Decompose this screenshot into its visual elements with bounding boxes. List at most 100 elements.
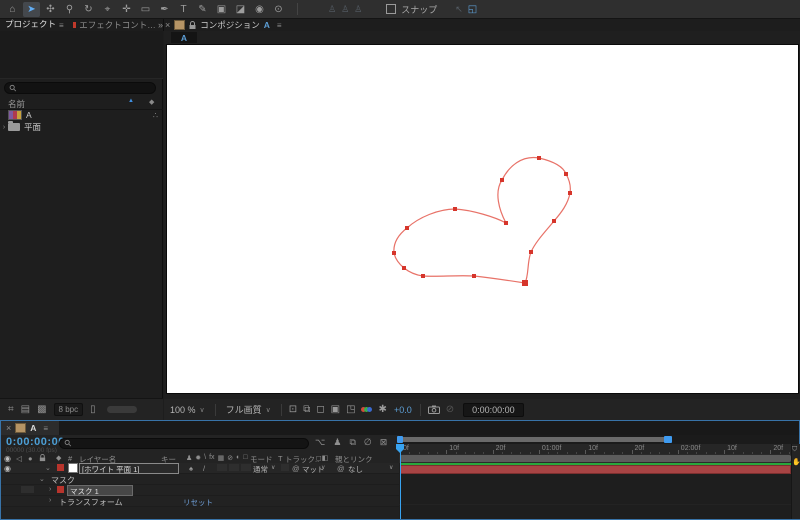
mask-vertex[interactable] [472,274,476,278]
selection-tool-icon[interactable]: ➤ [23,1,40,17]
type-tool-icon[interactable]: T [175,2,192,17]
interpret-footage-icon[interactable]: ⌗ [8,404,14,415]
timeline-option-icon-0[interactable]: ⌥ [315,437,325,448]
project-search-input[interactable]: ⚲ [4,82,156,94]
exposure-value[interactable]: +0.0 [394,405,412,415]
time-navigator-bar[interactable] [400,437,671,442]
transform-group-row[interactable]: › トランスフォーム リセット [1,496,399,507]
eye-icon[interactable]: ◉ [4,464,11,473]
mask-vertex[interactable] [402,266,406,270]
zoom-tool-icon[interactable]: ⚲ [61,2,78,17]
trash-icon[interactable]: ▯ [90,404,96,415]
viewer-timecode[interactable]: 0:00:00:00 [463,402,524,417]
timeline-tab[interactable]: × A ≡ [1,421,59,435]
mask-vertex[interactable] [568,191,572,195]
project-bit-depth[interactable]: 8 bpc [53,403,84,416]
expand-chevron-icon[interactable]: ⌄ [45,464,51,472]
camera-tool-icon[interactable]: ⌖ [99,2,116,17]
orbit-tool-icon[interactable]: ↻ [80,2,97,17]
new-folder-icon[interactable]: ▤ [21,404,30,415]
shape-tool-icon[interactable]: ▭ [137,2,154,17]
project-item-A[interactable]: A ∴ [0,109,163,121]
mask-vertex[interactable] [500,178,504,182]
navigator-end-handle[interactable] [664,436,672,443]
label-column-icon[interactable]: ◆ [149,98,154,106]
viewer-option-icon-4[interactable]: ◳ [346,404,355,415]
tab-project[interactable]: プロジェクト [5,18,57,32]
tab-effect-controls[interactable]: エフェクトコントロール ホワイト [79,19,156,31]
pan-behind-tool-icon[interactable]: ✛ [118,2,135,17]
mask-vertex[interactable] [453,207,457,211]
collapse-switch[interactable]: ♠ [189,464,193,473]
mask-shape-heart[interactable] [167,45,798,393]
mask-vertex[interactable] [552,219,556,223]
mask-vertex[interactable] [529,250,533,254]
comp-button-icon[interactable]: ✋ [792,458,800,466]
timeline-option-icon-2[interactable]: ⧉ [349,437,355,448]
composition-breadcrumb-tab[interactable]: A [171,32,197,43]
mask-expansion-icon[interactable]: ◱ [468,4,477,15]
tab-composition[interactable]: × コンポジション A ≡ [165,19,285,31]
navigator-start-handle[interactable] [397,436,403,443]
viewer-menu-icon[interactable]: ≡ [277,21,282,30]
resolution-gear-icon[interactable]: ✱ [379,404,387,415]
expand-chevron-icon[interactable]: › [0,124,8,131]
mask-vertex[interactable] [564,172,568,176]
expand-chevron-icon[interactable]: ⌄ [39,475,45,483]
magnification-dropdown[interactable]: 100 % ∨ [164,405,211,415]
panel-menu-icon[interactable]: ≡ [59,21,64,30]
transform-reset-link[interactable]: リセット [183,497,213,508]
comp-marker-bin-icon[interactable]: ⛉ [792,446,797,454]
timeline-option-icon-1[interactable]: ♟ [333,437,341,448]
lock-icon[interactable] [189,20,196,30]
mask-vertex[interactable] [421,274,425,278]
solid-color-swatch[interactable] [68,463,78,473]
mask-feather-tool-icon[interactable]: ↖ [455,4,463,15]
brush-tool-icon[interactable]: ✎ [194,2,211,17]
layer-row[interactable]: ◉ ⌄ 1 [ホワイト 平面 1] ♠ / 通常 ∨ @ マット ∨ @ [1,463,399,474]
work-area-bar[interactable] [400,455,791,462]
timeline-option-icon-3[interactable]: ∅ [364,437,372,448]
clone-stamp-tool-icon[interactable]: ▣ [213,2,230,17]
mask-vertex[interactable] [392,251,396,255]
horizontal-scrollbar[interactable] [106,406,137,413]
timeline-option-icon-4[interactable]: ⊠ [380,437,388,448]
matte-pickwhip-icon[interactable]: @ [292,464,300,473]
viewer-option-icon-0[interactable]: ⊡ [289,404,297,415]
layer-label-swatch[interactable] [57,464,64,471]
hand-tool-icon[interactable]: ✣ [42,2,59,17]
mask-vertex[interactable] [504,221,508,225]
tab-overflow-icon[interactable]: » [158,20,163,30]
layer-name-field[interactable]: [ホワイト 平面 1] [79,463,179,474]
mask-vertex[interactable] [405,226,409,230]
channel-icon[interactable] [360,407,372,412]
eraser-tool-icon[interactable]: ◪ [232,2,249,17]
parent-pickwhip-icon[interactable]: @ [337,464,345,473]
puppet-pin-tool-icon[interactable]: ⊙ [270,2,287,17]
quality-switch[interactable]: / [203,464,205,473]
expand-chevron-icon[interactable]: › [49,486,51,493]
home-icon[interactable]: ⌂ [4,2,21,17]
close-icon[interactable]: × [6,423,11,433]
composition-canvas[interactable] [166,44,799,394]
layer-duration-bar[interactable] [400,465,791,474]
timeline-menu-icon[interactable]: ≡ [43,424,48,433]
new-composition-icon[interactable]: ▩ [37,404,46,415]
mask-name-field[interactable]: マスク 1 [67,485,133,496]
viewer-option-icon-3[interactable]: ▣ [331,404,340,415]
mask-vertex[interactable] [537,156,541,160]
mask1-row[interactable]: › マスク 1 [1,485,399,496]
mask-color-swatch[interactable] [57,486,64,493]
playhead-line[interactable] [400,444,401,519]
snap-checkbox[interactable] [386,4,397,14]
viewer-option-icon-1[interactable]: ⧉ [303,404,310,415]
project-item-平面[interactable]: › 平面 [0,121,163,133]
masks-group-row[interactable]: ⌄ マスク [1,474,399,485]
viewer-option-icon-2[interactable]: ◻ [316,404,324,415]
close-icon[interactable]: × [165,20,170,30]
mask-vertex-selected[interactable] [522,280,528,286]
sort-ascending-icon[interactable]: ▲ [128,98,134,104]
snapshot-camera-icon[interactable] [427,405,440,414]
resolution-dropdown[interactable]: フル画質 ∨ [220,403,277,416]
timeline-search-input[interactable]: ⚲ [59,437,309,449]
